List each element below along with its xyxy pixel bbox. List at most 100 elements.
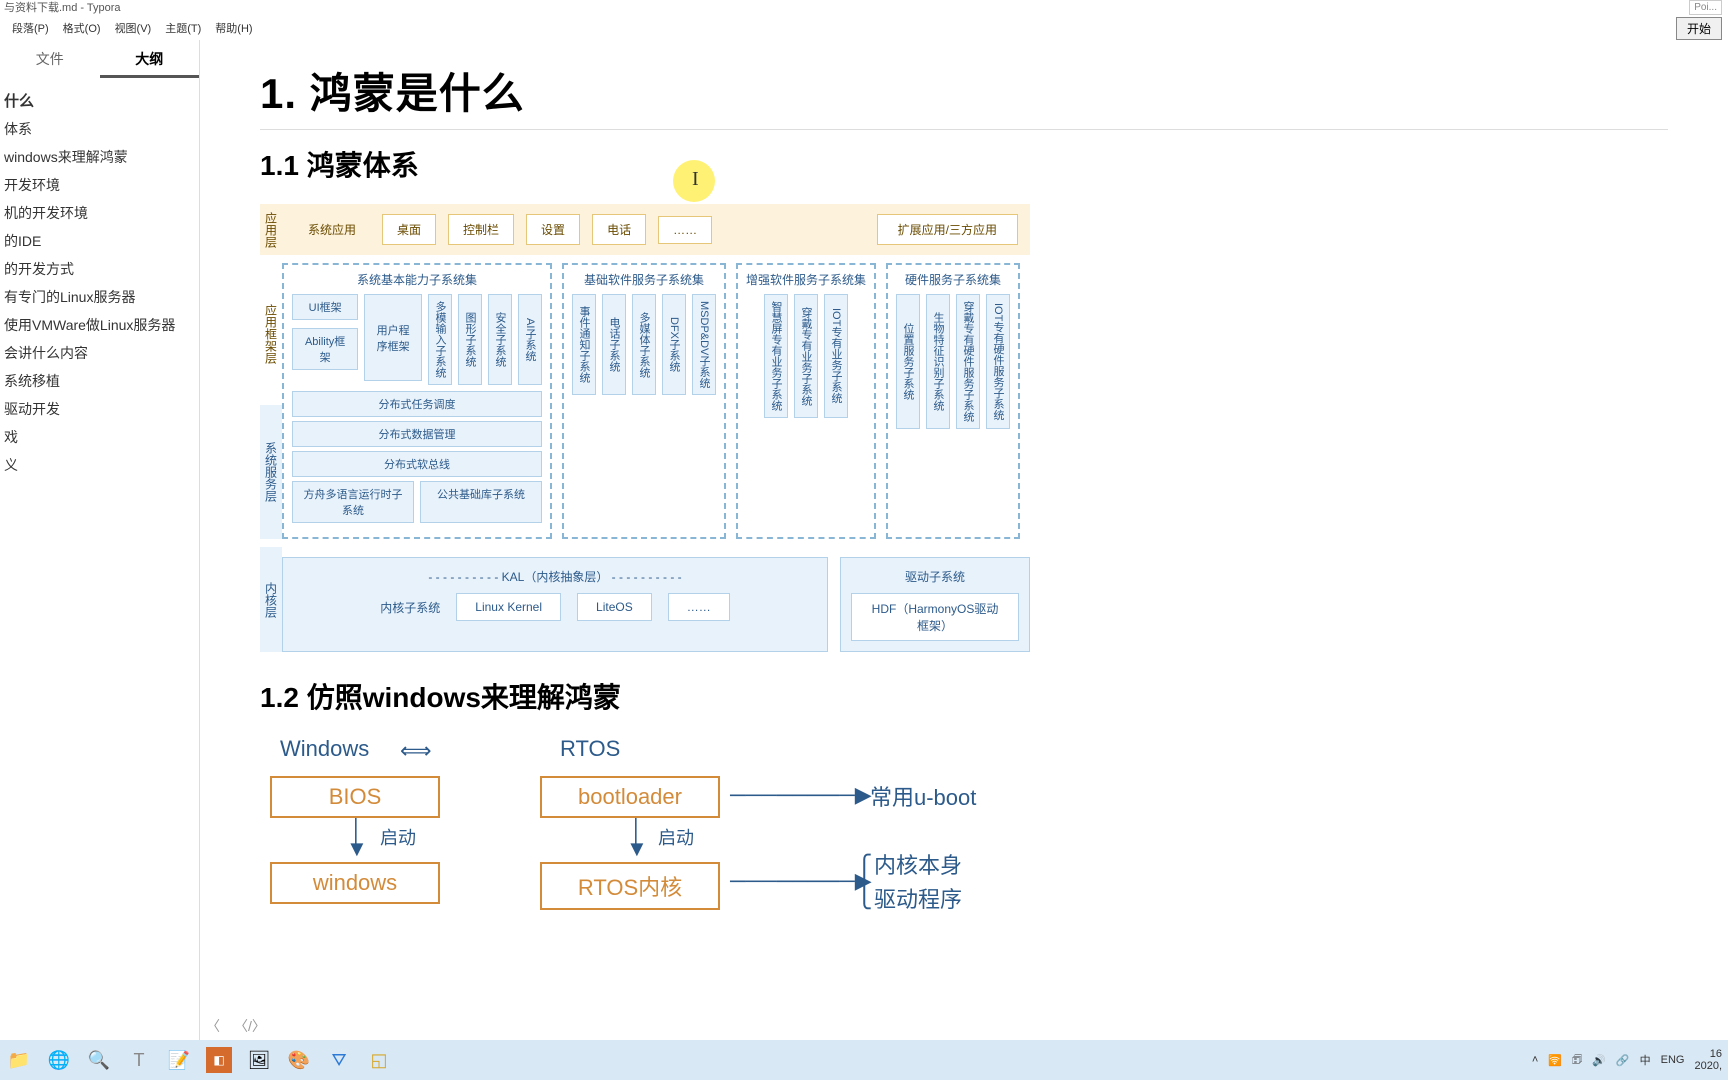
fw-vcol: IOT专有硬件服务子系统 — [986, 294, 1010, 429]
d2-brace-icon: ⎩ — [856, 884, 873, 910]
menu-view[interactable]: 视图(V) — [109, 18, 158, 40]
menu-format[interactable]: 格式(O) — [57, 18, 107, 40]
menu-paragraph[interactable]: 段落(P) — [6, 18, 55, 40]
tray-date[interactable]: 2020, — [1694, 1060, 1722, 1072]
app-item: 设置 — [526, 214, 580, 245]
layer-label-app: 应用层 — [260, 204, 282, 255]
app-icon[interactable]: ◱ — [366, 1047, 392, 1073]
d2-driver: 驱动程序 — [874, 882, 962, 914]
outline-item[interactable]: 有专门的Linux服务器 — [0, 283, 199, 311]
d2-bios-box: BIOS — [270, 776, 440, 818]
tray-up-icon[interactable]: ˄ — [1532, 1054, 1538, 1066]
start-button[interactable]: 开始 — [1676, 17, 1722, 40]
svc-box: 方舟多语言运行时子系统 — [292, 481, 414, 523]
fw-vcol: 穿戴专有硬件服务子系统 — [956, 294, 980, 429]
notepad-icon[interactable]: 📝 — [166, 1047, 192, 1073]
kernel-sub-label: 内核子系统 — [380, 599, 440, 616]
doc-h2-1: 1.1 鸿蒙体系 — [260, 144, 1668, 184]
fw-vcol: 多媒体子系统 — [632, 294, 656, 395]
fw-vcol: 智慧屏专有业务子系统 — [764, 294, 788, 418]
d2-rtos-kernel-box: RTOS内核 — [540, 862, 720, 910]
back-icon[interactable]: 〈 — [206, 1016, 220, 1036]
app-ext: 扩展应用/三方应用 — [877, 214, 1018, 245]
svc-box: 分布式软总线 — [292, 451, 542, 477]
outline-item[interactable]: 的开发方式 — [0, 255, 199, 283]
fw-group-title: 硬件服务子系统集 — [896, 271, 1010, 288]
fw-vcol: 图形子系统 — [458, 294, 482, 385]
fw-group-title: 基础软件服务子系统集 — [572, 271, 716, 288]
taskbar: 📁 🌐 🔍 T 📝 ◧ 🖼 🎨 ⛛ ◱ ˄ 🛜 🗊 🔊 🔗 中 ENG 16 2… — [0, 1040, 1728, 1080]
windows-rtos-diagram: Windows ⟺ RTOS BIOS bootloader ────────▶… — [260, 736, 1030, 936]
hdf-box: HDF（HarmonyOS驱动框架） — [851, 593, 1019, 641]
chrome-icon[interactable]: 🌐 — [46, 1047, 72, 1073]
volume-icon[interactable]: 🔊 — [1592, 1054, 1606, 1067]
typora-icon[interactable]: T — [126, 1047, 152, 1073]
harmony-arch-diagram: 应用层 系统应用 桌面 控制栏 设置 电话 …… 扩展应用/三方应用 应用框架层… — [260, 204, 1030, 652]
fw-vcol: 多模输入子系统 — [428, 294, 452, 385]
svc-box: 分布式数据管理 — [292, 421, 542, 447]
outline-item[interactable]: 义 — [0, 451, 199, 479]
kal-title: - - - - - - - - - - KAL（内核抽象层） - - - - -… — [297, 568, 813, 585]
outline-item[interactable]: 体系 — [0, 115, 199, 143]
app-title: 系统应用 — [294, 215, 370, 244]
menu-bar: 段落(P) 格式(O) 视图(V) 主题(T) 帮助(H) — [0, 18, 1728, 40]
d2-windows-label: Windows — [280, 736, 369, 762]
app-item: 控制栏 — [448, 214, 514, 245]
lang-indicator[interactable]: ENG — [1661, 1054, 1685, 1066]
network-icon[interactable]: 🛜 — [1548, 1054, 1562, 1067]
sidebar: 文件 大纲 什么 体系 windows来理解鸿蒙 开发环境 机的开发环境 的ID… — [0, 40, 200, 1040]
code-icon[interactable]: 〈/〉 — [234, 1016, 266, 1036]
menu-help[interactable]: 帮助(H) — [209, 18, 258, 40]
fw-vcol: 电话子系统 — [602, 294, 626, 395]
d2-boot-label: 启动 — [380, 824, 416, 850]
editor-content[interactable]: 1. 鸿蒙是什么 I 1.1 鸿蒙体系 应用层 系统应用 桌面 控制栏 设置 电… — [200, 40, 1728, 1040]
app-icon[interactable]: ◧ — [206, 1047, 232, 1073]
fw-vcol: MSDP&DV子系统 — [692, 294, 716, 395]
fw-vcol: 穿戴专有业务子系统 — [794, 294, 818, 418]
outline-item[interactable]: 驱动开发 — [0, 395, 199, 423]
tray-time[interactable]: 16 — [1694, 1048, 1722, 1060]
image-icon[interactable]: 🖼 — [246, 1047, 272, 1073]
color-icon[interactable]: 🎨 — [286, 1047, 312, 1073]
app-item: 电话 — [592, 214, 646, 245]
vscode-icon[interactable]: ⛛ — [326, 1047, 352, 1073]
fw-vcol: AI子系统 — [518, 294, 542, 385]
layer-label-kernel: 内核层 — [260, 547, 282, 652]
fw-vcol: 事件通知子系统 — [572, 294, 596, 395]
outline-panel: 什么 体系 windows来理解鸿蒙 开发环境 机的开发环境 的IDE 的开发方… — [0, 78, 199, 1040]
menu-theme[interactable]: 主题(T) — [159, 18, 207, 40]
fw-vcol: IOT专有业务子系统 — [824, 294, 848, 418]
text-cursor-icon: I — [692, 168, 699, 191]
tab-outline[interactable]: 大纲 — [100, 40, 200, 78]
outline-item[interactable]: windows来理解鸿蒙 — [0, 143, 199, 171]
down-arrow-icon: ▼ — [626, 836, 648, 862]
outline-item[interactable]: 系统移植 — [0, 367, 199, 395]
d2-bootloader-box: bootloader — [540, 776, 720, 818]
window-title: 与资料下载.md - Typora — [0, 0, 1728, 18]
fw-vcol: 生物特征识别子系统 — [926, 294, 950, 429]
fw-vcol: DFX子系统 — [662, 294, 686, 395]
fw-box: 用户程序框架 — [364, 294, 422, 381]
ime-indicator[interactable]: 中 — [1640, 1052, 1651, 1068]
everything-icon[interactable]: 🔍 — [86, 1047, 112, 1073]
tab-files[interactable]: 文件 — [0, 40, 100, 78]
kernel-box: …… — [668, 593, 730, 621]
outline-item[interactable]: 的IDE — [0, 227, 199, 255]
outline-item[interactable]: 什么 — [0, 86, 199, 115]
d2-windows-box: windows — [270, 862, 440, 904]
down-arrow-icon: ▼ — [346, 836, 368, 862]
layer-label-fw: 应用框架层 — [260, 263, 282, 405]
battery-icon[interactable]: 🗊 — [1572, 1051, 1582, 1070]
explorer-icon[interactable]: 📁 — [6, 1047, 32, 1073]
outline-item[interactable]: 戏 — [0, 423, 199, 451]
svc-box: 分布式任务调度 — [292, 391, 542, 417]
outline-item[interactable]: 机的开发环境 — [0, 199, 199, 227]
fw-group-title: 增强软件服务子系统集 — [746, 271, 866, 288]
outline-item[interactable]: 使用VMWare做Linux服务器 — [0, 311, 199, 339]
link-icon[interactable]: 🔗 — [1616, 1054, 1630, 1067]
outline-item[interactable]: 开发环境 — [0, 171, 199, 199]
outline-item[interactable]: 会讲什么内容 — [0, 339, 199, 367]
d2-kernel-self: 内核本身 — [874, 848, 962, 880]
doc-h1: 1. 鸿蒙是什么 — [260, 60, 1668, 121]
fw-box: Ability框架 — [292, 328, 358, 370]
